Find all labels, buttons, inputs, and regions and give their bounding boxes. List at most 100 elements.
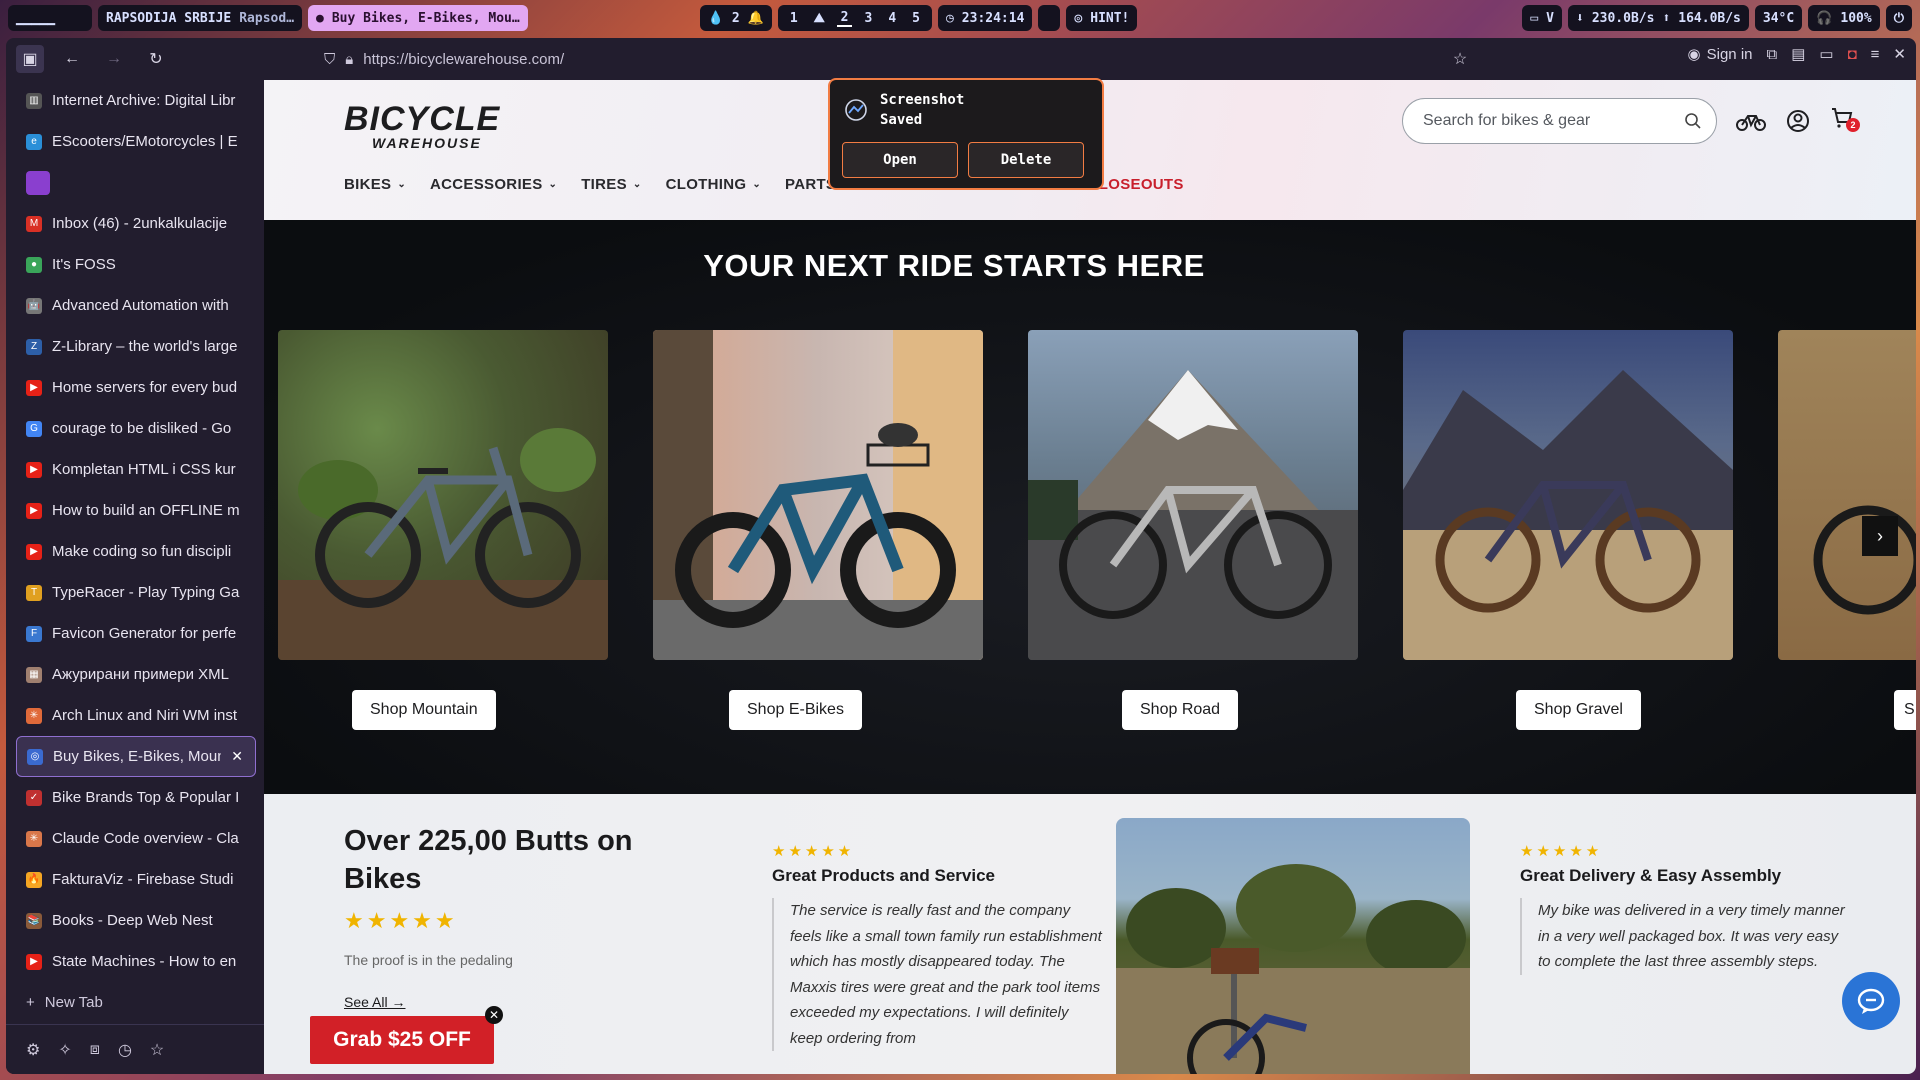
reload-button[interactable]: ↻ [142,45,170,73]
tab-item[interactable] [6,162,266,203]
close-window-icon[interactable]: ✕ [1893,45,1906,63]
nav-accessories[interactable]: ACCESSORIES ⌄ [430,176,557,193]
battery: 🎧 100% [1808,5,1880,31]
nav-clothing[interactable]: CLOTHING ⌄ [666,176,761,193]
tab-active[interactable]: ◎ Buy Bikes, E-Bikes, Moun ✕ [16,736,256,777]
sidebar-toggle-button[interactable]: ▣ [16,45,44,73]
sign-in-button[interactable]: ◉ Sign in [1688,45,1753,64]
tab-item[interactable]: ▶ Kompletan HTML i CSS kur [6,449,266,490]
reviews-subtitle: The proof is in the pedaling [344,952,513,968]
active-window-title[interactable]: ● Buy Bikes, E-Bikes, Mou… [308,5,528,31]
tab-item[interactable]: T TypeRacer - Play Typing Ga [6,572,266,613]
tab-item[interactable]: ✳ Claude Code overview - Cla [6,818,266,859]
launcher-button[interactable]: ▁▁▁▁▁ [8,5,92,31]
hint-indicator[interactable]: ◎ HINT! [1066,5,1138,31]
favicon-icon: Z [26,338,42,355]
tab-item[interactable]: ✳ Arch Linux and Niri WM inst [6,695,266,736]
favicon-icon: ✳ [26,830,42,847]
tab-item[interactable]: e EScooters/EMotorcycles | E [6,121,266,162]
workspace-2[interactable]: 2 [836,10,853,27]
sparkle-icon[interactable]: ✧ [58,1040,71,1060]
shop-mountain-button[interactable]: Shop Mountain [352,690,496,730]
power-icon: ⏻ [1893,10,1904,26]
favicon-icon [26,170,50,195]
tab-item[interactable]: ▶ Home servers for every bud [6,367,266,408]
review-body: The service is really fast and the compa… [772,898,1102,1051]
nav-tires[interactable]: TIRES ⌄ [581,176,641,193]
tab-item[interactable]: 🔥 FakturaViz - Firebase Studi [6,859,266,900]
trail-bike-photo [1116,864,1470,1074]
shop-next-button[interactable]: S [1894,690,1916,730]
tab-item[interactable]: Z Z-Library – the world's large [6,326,266,367]
tab-item[interactable]: ▶ Make coding so fun discipli [6,531,266,572]
toast-open-button[interactable]: Open [842,142,958,178]
tab-label: How to build an OFFLINE m [52,502,240,519]
screenshot-toast: Screenshot Saved Open Delete [828,78,1104,190]
tab-item[interactable]: M Inbox (46) - 2unkalkulacije [6,203,266,244]
workspace-switcher[interactable]: 1 ⛰ 2 3 4 5 [777,5,932,31]
tab-list: ▥ Internet Archive: Digital Libr e EScooter… [6,80,266,982]
site-logo[interactable]: BICYCLE WAREHOUSE [344,102,500,150]
category-card-partial[interactable] [1778,330,1916,660]
bike-icon[interactable] [1736,110,1766,132]
tab-item[interactable]: ▦ Ажурирани примери XML [6,654,266,695]
tab-item[interactable]: ● It's FOSS [6,244,266,285]
search-input[interactable] [1423,112,1684,130]
menu-icon[interactable]: ≡ [1871,46,1880,63]
shop-road-button[interactable]: Shop Road [1122,690,1239,730]
toast-delete-button[interactable]: Delete [968,142,1084,178]
workspace-1[interactable]: 1 [786,11,802,26]
arrow-right-icon: → [106,50,122,67]
tab-item[interactable]: Gcourage to be disliked - Go [6,408,266,449]
category-card-mountain[interactable] [278,330,608,660]
tab-item[interactable]: 📚 Books - Deep Web Nest [6,900,266,941]
container-icon[interactable]: ▤ [1791,45,1805,63]
tab-label: FakturaViz - Firebase Studi [52,871,234,888]
bookmarks-icon[interactable]: ☆ [150,1040,164,1060]
account-icon[interactable] [1786,109,1810,133]
shop-ebikes-button[interactable]: Shop E-Bikes [729,690,862,730]
favicon-icon: F [26,625,42,642]
favicon-icon: ▶ [26,461,42,478]
library-icon[interactable]: ⧈ [90,1041,100,1059]
tab-item[interactable]: 🤖 Advanced Automation with [6,285,266,326]
shop-gravel-button[interactable]: Shop Gravel [1516,690,1641,730]
extensions-icon[interactable]: ⧉ [1767,46,1778,63]
back-button[interactable]: ← [58,45,86,73]
favicon-icon: T [26,584,42,601]
forward-button[interactable]: → [100,45,128,73]
workspace-3[interactable]: 3 [860,11,876,26]
history-icon[interactable]: ◷ [118,1040,132,1060]
workspace-5[interactable]: 5 [908,11,924,26]
workspace-4[interactable]: 4 [884,11,900,26]
url-text[interactable]: https://bicyclewarehouse.com/ [363,51,564,68]
discount-popup-button[interactable]: Grab $25 OFF [310,1016,494,1064]
addon-icon[interactable]: ◘ [1848,46,1857,63]
bookmark-button[interactable]: ☆ [1446,45,1474,73]
tab-item[interactable]: F Favicon Generator for perfe [6,613,266,654]
tab-label: courage to be disliked - Go [52,420,232,437]
chat-button[interactable] [1842,972,1900,1030]
cart-button[interactable]: 2 [1830,106,1860,136]
category-card-ebikes[interactable] [653,330,983,660]
search-icon[interactable] [1684,112,1702,130]
screen-icon[interactable]: ▭ [1819,45,1833,63]
category-card-road[interactable] [1028,330,1358,660]
url-bar[interactable]: ⛉ 🔒︎ https://bicyclewarehouse.com/ [324,51,564,68]
tab-item[interactable]: ▶ State Machines - How to en [6,941,266,982]
see-all-link[interactable]: See All → [344,994,405,1010]
hero-title: YOUR NEXT RIDE STARTS HERE [703,248,1205,283]
nav-bikes[interactable]: BIKES ⌄ [344,176,406,193]
power-button[interactable]: ⏻ [1885,5,1912,31]
gear-icon[interactable]: ⚙ [26,1040,40,1060]
tab-item[interactable]: ▥ Internet Archive: Digital Libr [6,80,266,121]
carousel-next-button[interactable]: › [1862,516,1898,556]
discount-close-button[interactable]: ✕ [485,1006,503,1024]
site-search[interactable] [1402,98,1717,144]
category-card-gravel[interactable] [1403,330,1733,660]
chevron-down-icon: ⌄ [548,179,558,190]
tab-item[interactable]: ✓ Bike Brands Top & Popular I [6,777,266,818]
new-tab-button[interactable]: + New Tab [6,982,266,1023]
tab-item[interactable]: ▶ How to build an OFFLINE m [6,490,266,531]
close-tab-icon[interactable]: ✕ [231,748,243,765]
